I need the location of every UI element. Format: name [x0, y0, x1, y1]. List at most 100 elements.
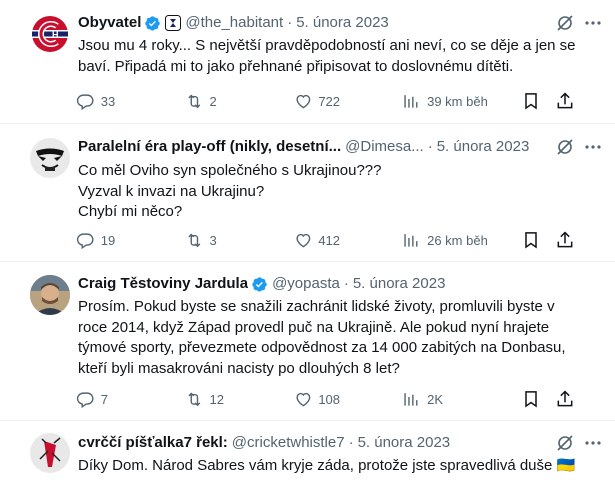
- svg-text:H: H: [52, 30, 59, 40]
- tweet-text: Co měl Oviho syn společného s Ukrajinou?…: [78, 161, 591, 223]
- display-name[interactable]: cvrččí píšťalka7 řekl:: [78, 433, 228, 453]
- views-icon: [404, 94, 418, 108]
- like-count: 412: [318, 232, 341, 248]
- share-icon[interactable]: [555, 230, 575, 250]
- tweet-header: Obyvatel @the_habitant · 5. února 2023: [78, 13, 575, 33]
- reply-button[interactable]: 33: [76, 92, 185, 111]
- reply-icon: [76, 94, 94, 110]
- avatar[interactable]: [30, 138, 70, 178]
- reply-icon: [76, 233, 94, 249]
- tweet[interactable]: Paralelní éra play-off (nikly, desetní..…: [0, 124, 615, 262]
- avatar[interactable]: H: [30, 14, 70, 54]
- views-icon: [404, 392, 418, 406]
- views-button[interactable]: 26 km běh: [402, 231, 521, 250]
- tweet-text-line: Co měl Oviho syn společného s Ukrajinou?…: [78, 162, 382, 179]
- separator-dot: ·: [427, 138, 433, 155]
- more-options-icon[interactable]: [583, 433, 603, 453]
- bookmark-icon[interactable]: [521, 389, 541, 409]
- reply-count: 7: [100, 391, 108, 407]
- display-name[interactable]: Craig Těstoviny Jardula: [78, 274, 248, 294]
- like-button[interactable]: 412: [294, 231, 403, 250]
- view-count: 39 km běh: [427, 93, 488, 109]
- tweet-text: Prosím. Pokud byste se snažili zachránit…: [78, 297, 583, 379]
- retweet-button[interactable]: 2: [185, 92, 294, 111]
- verified-badge-icon[interactable]: [144, 15, 161, 32]
- tweet-text-line: Díky Dom. Národ Sabres vám kryje záda, p…: [78, 457, 576, 474]
- habs-logo-icon: H: [30, 14, 70, 54]
- retweet-icon: [188, 94, 201, 108]
- tweet-text: Jsou mu 4 roky... S největší pravděpodob…: [78, 36, 591, 77]
- tweet-end-actions: [521, 91, 575, 111]
- like-icon: [295, 94, 310, 109]
- tweet-date[interactable]: 5. února 2023: [296, 13, 389, 33]
- grok-icon[interactable]: [555, 13, 575, 33]
- tweet-end-actions: [521, 230, 575, 250]
- grok-icon[interactable]: [555, 433, 575, 453]
- bookmark-icon[interactable]: [521, 91, 541, 111]
- like-count: 722: [318, 93, 341, 109]
- retweet-button[interactable]: 12: [185, 390, 294, 409]
- reply-button[interactable]: 19: [76, 231, 185, 250]
- tweet-text: Díky Dom. Národ Sabres vám kryje záda, p…: [78, 456, 591, 477]
- tweet-text-line: Prosím. Pokud byste se snažili zachránit…: [78, 298, 566, 377]
- display-name[interactable]: Paralelní éra play-off (nikly, desetní..…: [78, 137, 341, 157]
- reply-icon: [76, 392, 94, 408]
- user-handle[interactable]: @the_habitant: [185, 13, 283, 33]
- masked-face-icon: [30, 138, 70, 178]
- views-icon: [404, 233, 418, 247]
- like-count: 108: [318, 391, 341, 407]
- separator-dot: ·: [287, 14, 293, 31]
- views-button[interactable]: 2K: [402, 390, 521, 409]
- more-options-icon[interactable]: [583, 137, 603, 157]
- tweet[interactable]: Craig Těstoviny Jardula @yopasta · 5. ún…: [0, 262, 615, 421]
- view-count: 2K: [427, 391, 443, 407]
- more-options-icon[interactable]: [583, 13, 603, 33]
- retweet-count: 3: [209, 232, 217, 248]
- reply-count: 33: [100, 93, 116, 109]
- avatar[interactable]: [30, 275, 70, 315]
- tweet-header: cvrččí píšťalka7 řekl: @cricketwhistle7 …: [78, 433, 575, 453]
- retweet-button[interactable]: 3: [185, 231, 294, 250]
- retweet-icon: [188, 392, 201, 406]
- tweet-text-line: Chybí mi něco?: [78, 203, 183, 220]
- tweet-text-line: Jsou mu 4 roky... S největší pravděpodob…: [78, 37, 576, 75]
- tweet-end-actions: [521, 389, 575, 409]
- like-button[interactable]: 108: [294, 390, 403, 409]
- tweet-date[interactable]: 5. února 2023: [353, 274, 446, 294]
- tweet-actions: 33 2 722 39 km běh: [76, 91, 575, 111]
- retweet-count: 2: [209, 93, 217, 109]
- tweet-date[interactable]: 5. února 2023: [437, 137, 530, 157]
- user-handle[interactable]: @yopasta: [272, 274, 340, 294]
- tweet-actions: 19 3 412 26 km běh: [76, 230, 575, 250]
- user-handle[interactable]: @Dimesa...: [345, 137, 424, 157]
- bookmark-icon[interactable]: [521, 230, 541, 250]
- tweet-header: Craig Těstoviny Jardula @yopasta · 5. ún…: [78, 274, 575, 294]
- like-button[interactable]: 722: [294, 92, 403, 111]
- user-handle[interactable]: @cricketwhistle7: [232, 433, 345, 453]
- retweet-count: 12: [209, 391, 224, 407]
- tweet[interactable]: H Obyvatel @the_habitant · 5. února 2023…: [0, 0, 615, 124]
- avatar[interactable]: [30, 433, 70, 473]
- like-icon: [295, 392, 310, 407]
- affiliate-badge-icon[interactable]: [165, 15, 182, 31]
- tweet-actions: 7 12 108 2K: [76, 389, 575, 409]
- share-icon[interactable]: [555, 389, 575, 409]
- share-icon[interactable]: [555, 91, 575, 111]
- separator-dot: ·: [348, 434, 354, 451]
- tweet[interactable]: cvrččí píšťalka7 řekl: @cricketwhistle7 …: [0, 421, 615, 483]
- view-count: 26 km běh: [427, 232, 488, 248]
- cricket-logo-icon: [30, 433, 70, 473]
- like-icon: [295, 233, 310, 248]
- display-name[interactable]: Obyvatel: [78, 13, 141, 33]
- reply-count: 19: [100, 232, 116, 248]
- separator-dot: ·: [343, 275, 349, 292]
- man-photo-icon: [30, 275, 70, 315]
- tweet-header: Paralelní éra play-off (nikly, desetní..…: [78, 137, 575, 157]
- tweet-date[interactable]: 5. února 2023: [358, 433, 451, 453]
- tweet-text-line: Vyzval k invazi na Ukrajinu?: [78, 182, 265, 200]
- grok-icon[interactable]: [555, 137, 575, 157]
- views-button[interactable]: 39 km běh: [402, 92, 521, 111]
- verified-badge-icon[interactable]: [251, 276, 268, 293]
- reply-button[interactable]: 7: [76, 390, 185, 409]
- retweet-icon: [188, 233, 201, 247]
